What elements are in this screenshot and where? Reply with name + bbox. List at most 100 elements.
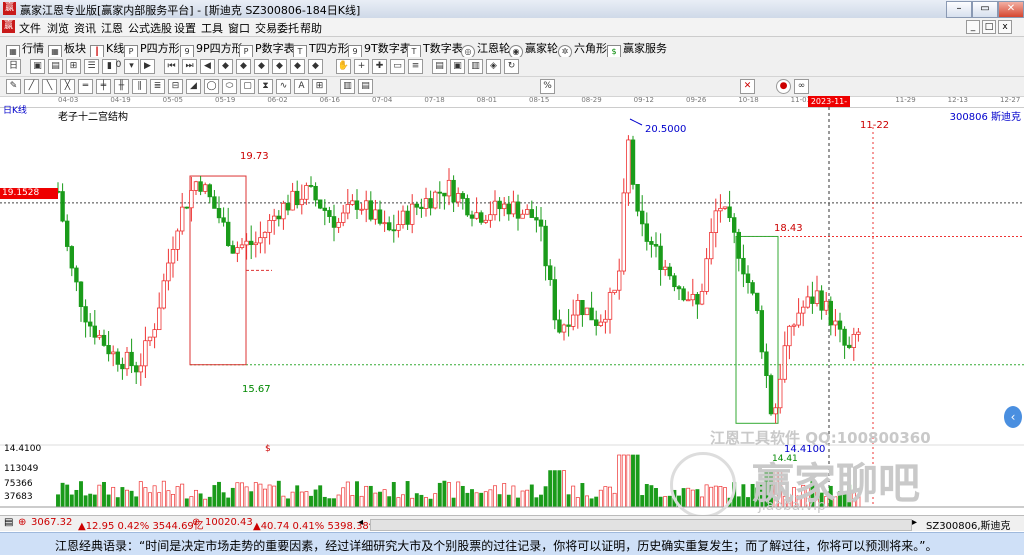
tool-line5-icon[interactable]: ╪ bbox=[96, 79, 111, 94]
tool-diamond6-icon[interactable]: ◆ bbox=[308, 59, 323, 74]
menu-gann[interactable]: 江恩 bbox=[101, 20, 123, 36]
candle-body bbox=[101, 334, 107, 346]
side-arrow-button[interactable]: ‹ bbox=[1004, 406, 1022, 428]
close-button[interactable]: ✕ bbox=[998, 1, 1024, 18]
tool-plus-icon[interactable]: + bbox=[354, 59, 369, 74]
menu-window[interactable]: 窗口 bbox=[228, 20, 250, 36]
tool-diamond3-icon[interactable]: ◆ bbox=[254, 59, 269, 74]
tool-color-icon[interactable]: ● bbox=[776, 79, 791, 94]
mdi-close-button[interactable]: x bbox=[998, 20, 1012, 34]
time-tick: 06-16 bbox=[319, 96, 340, 104]
volume-bar bbox=[102, 481, 106, 508]
status-scroll-track[interactable] bbox=[370, 519, 912, 531]
tool-line6-icon[interactable]: ╫ bbox=[114, 79, 129, 94]
volume-bar bbox=[189, 496, 194, 508]
menu-help[interactable]: 帮助 bbox=[300, 20, 322, 36]
tool-line7-icon[interactable]: ∥ bbox=[132, 79, 147, 94]
menu-trade[interactable]: 交易委托 bbox=[255, 20, 299, 36]
tool-bars2-icon[interactable]: ▤ bbox=[358, 79, 373, 94]
tool-refresh-icon[interactable]: ↻ bbox=[504, 59, 519, 74]
tool-page-icon[interactable]: ▭ bbox=[390, 59, 405, 74]
tool-period-icon[interactable]: ☰ bbox=[84, 59, 99, 74]
volume-bar bbox=[350, 495, 355, 508]
volume-bar bbox=[355, 481, 359, 508]
tool-grid-icon[interactable]: ⊞ bbox=[312, 79, 327, 94]
mdi-minimize-button[interactable]: _ bbox=[966, 20, 980, 34]
candle-body bbox=[778, 378, 783, 409]
tool-line1-icon[interactable]: ╱ bbox=[24, 79, 39, 94]
tool-frame-icon[interactable]: 日 bbox=[6, 59, 21, 74]
tool-hand-icon[interactable]: ✋ bbox=[336, 59, 351, 74]
tool-car-icon[interactable]: ◈ bbox=[486, 59, 501, 74]
menu-browse[interactable]: 浏览 bbox=[47, 20, 69, 36]
status-menu-icon[interactable]: ▤ bbox=[4, 517, 13, 528]
tool-gann-fan-icon[interactable]: ◢ bbox=[186, 79, 201, 94]
candle-body bbox=[230, 245, 235, 254]
time-tick: 08-29 bbox=[581, 96, 602, 104]
tool-line2-icon[interactable]: ╲ bbox=[42, 79, 57, 94]
menu-file[interactable]: 文件 bbox=[19, 20, 41, 36]
tool-ruler-icon[interactable]: ⊟ bbox=[168, 79, 183, 94]
tool-last-icon[interactable]: ⏭ bbox=[182, 59, 197, 74]
status-scroll-left[interactable]: ◂ bbox=[358, 517, 363, 528]
volume-bar bbox=[111, 486, 116, 508]
tool-save-icon[interactable]: ▣ bbox=[450, 59, 465, 74]
tool-flag-icon[interactable]: ▣ bbox=[30, 59, 45, 74]
menu-settings[interactable]: 设置 bbox=[174, 20, 196, 36]
candle-body bbox=[313, 185, 318, 201]
tool-zoom-icon[interactable]: ⊞ bbox=[66, 59, 81, 74]
tool-diamond4-icon[interactable]: ◆ bbox=[272, 59, 287, 74]
tool-circle-icon[interactable]: ◯ bbox=[204, 79, 219, 94]
tool-list-icon[interactable]: ≡ bbox=[408, 59, 423, 74]
tool-line3-icon[interactable]: ╳ bbox=[60, 79, 75, 94]
maximize-button[interactable]: ▭ bbox=[972, 1, 998, 18]
minimize-button[interactable]: – bbox=[946, 1, 972, 18]
tool-book-icon[interactable]: ▤ bbox=[432, 59, 447, 74]
candle-body bbox=[676, 286, 682, 290]
tool-cycle-icon[interactable]: ∿ bbox=[276, 79, 291, 94]
candle-body bbox=[120, 363, 125, 370]
tool-time-icon[interactable]: ⧗ bbox=[258, 79, 273, 94]
candle-body bbox=[111, 351, 116, 355]
annotation-box1-top: 19.73 bbox=[240, 151, 269, 162]
tool-text-icon[interactable]: A bbox=[294, 79, 309, 94]
tool-diamond5-icon[interactable]: ◆ bbox=[290, 59, 305, 74]
candle-body bbox=[285, 202, 291, 211]
candle-body bbox=[501, 203, 507, 210]
candle-body bbox=[856, 331, 861, 335]
tool-diamond1-icon[interactable]: ◆ bbox=[218, 59, 233, 74]
menu-formula[interactable]: 公式选股 bbox=[128, 20, 172, 36]
tool-arrow-icon[interactable]: ▶ bbox=[140, 59, 155, 74]
candle-body bbox=[745, 273, 751, 283]
tool-percent-icon[interactable]: % bbox=[540, 79, 555, 94]
tool-chart-icon[interactable]: ▤ bbox=[48, 59, 63, 74]
candle-body bbox=[442, 192, 447, 197]
tool-first-icon[interactable]: ⏮ bbox=[164, 59, 179, 74]
volume-bar bbox=[410, 497, 415, 508]
menu-tools[interactable]: 工具 bbox=[201, 20, 223, 36]
volume-bar bbox=[603, 486, 608, 508]
volume-bar bbox=[281, 495, 286, 508]
tool-diamond2-icon[interactable]: ◆ bbox=[236, 59, 251, 74]
tool-cross-icon[interactable]: ✚ bbox=[372, 59, 387, 74]
volume-bar bbox=[286, 498, 290, 508]
candle-body bbox=[506, 203, 511, 215]
tool-ellipse-icon[interactable]: ⬭ bbox=[222, 79, 237, 94]
mdi-restore-button[interactable]: □ bbox=[982, 20, 996, 34]
candle-body bbox=[437, 191, 442, 194]
tool-triangle-icon[interactable]: ◀ bbox=[200, 59, 215, 74]
menu-info[interactable]: 资讯 bbox=[74, 20, 96, 36]
candle-body bbox=[663, 266, 668, 271]
tool-delete-icon[interactable]: ✕ bbox=[740, 79, 755, 94]
status-scroll-right[interactable]: ▸ bbox=[912, 517, 917, 528]
tool-rect-icon[interactable]: ▢ bbox=[240, 79, 255, 94]
tool-link-icon[interactable]: ∞ bbox=[794, 79, 809, 94]
tool-dropdown-icon[interactable]: ▾ bbox=[124, 59, 139, 74]
volume-bar bbox=[318, 485, 323, 508]
volume-bar bbox=[175, 486, 180, 508]
tool-pen-icon[interactable]: ✎ bbox=[6, 79, 21, 94]
tool-bars-icon[interactable]: ▥ bbox=[340, 79, 355, 94]
tool-line4-icon[interactable]: ═ bbox=[78, 79, 93, 94]
tool-fib-icon[interactable]: ≣ bbox=[150, 79, 165, 94]
tool-print-icon[interactable]: ▥ bbox=[468, 59, 483, 74]
